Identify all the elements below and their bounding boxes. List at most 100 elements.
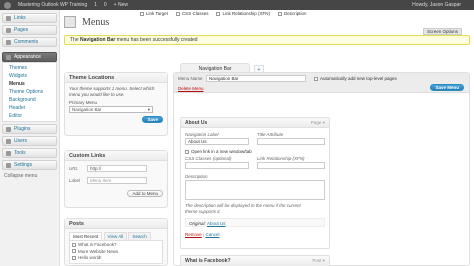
admin-bar: Mastering Outlook WP Training 1 0 + New …	[0, 0, 474, 10]
menu-item-what-is-facebook: What is Facebook? Post ▾	[180, 255, 330, 266]
label-label: Label	[69, 178, 81, 183]
menu-name-input[interactable]: Navigation Bar	[206, 75, 306, 82]
delete-menu-link[interactable]: Delete Menu	[178, 86, 204, 91]
plugins-icon	[6, 126, 11, 132]
submenu-editor[interactable]: Editor	[3, 112, 56, 120]
primary-menu-label: Primary Menu	[69, 100, 98, 105]
tab-view-all[interactable]: View All	[103, 232, 128, 240]
submenu-background[interactable]: Background	[3, 96, 56, 104]
chevron-down-icon: ▾	[322, 258, 325, 263]
submenu-menus[interactable]: Menus	[3, 80, 56, 88]
checkbox-icon	[72, 249, 76, 254]
sidebar-item-settings[interactable]: Settings	[2, 160, 57, 170]
screen-options-button[interactable]: Screen Options	[422, 28, 462, 35]
custom-link-label-input[interactable]: Menu Item	[87, 177, 147, 184]
xfn-input[interactable]	[257, 162, 325, 169]
add-to-menu-button[interactable]: Add to Menu	[127, 190, 163, 197]
sidebar-item-users[interactable]: Users	[2, 136, 57, 146]
save-locations-button[interactable]: Save	[142, 116, 163, 123]
theme-locations-title[interactable]: Theme Locations	[65, 73, 167, 83]
sidebar-item-links[interactable]: Links	[2, 13, 57, 23]
pages-icon	[6, 27, 11, 33]
users-icon	[6, 138, 11, 144]
menu-item-handle[interactable]: What is Facebook? Post ▾	[181, 256, 329, 266]
submenu-themes[interactable]: Themes	[3, 64, 56, 72]
checkbox-icon	[314, 76, 318, 81]
chevron-down-icon: ▾	[147, 106, 150, 112]
submenu-header[interactable]: Header	[3, 104, 56, 112]
custom-links-box: Custom Links URL http:// Label Menu Item…	[64, 150, 168, 208]
menu-item-about-us: About Us Page ▾ Navigation Label About U…	[180, 117, 330, 249]
custom-links-title[interactable]: Custom Links	[65, 151, 167, 161]
checkbox-icon	[72, 255, 76, 260]
cancel-link[interactable]: Cancel	[205, 232, 219, 237]
appearance-icon	[64, 16, 76, 28]
original-link[interactable]: About Us	[207, 221, 226, 226]
site-title-link[interactable]: Mastering Outlook WP Training	[18, 2, 87, 8]
wp-admin-screen: Mastering Outlook WP Training 1 0 + New …	[0, 0, 474, 266]
collapse-menu-link[interactable]: Collapse menu	[0, 172, 59, 180]
description-textarea[interactable]	[185, 180, 325, 200]
primary-menu-select[interactable]: Navigation Bar ▾	[69, 106, 153, 113]
save-menu-button[interactable]: Save Menu	[430, 84, 464, 91]
toggle-xfn[interactable]: Link Relationship (XFN)	[216, 11, 270, 16]
new-content-link[interactable]: + New	[114, 2, 128, 8]
menu-item-handle[interactable]: About Us Page ▾	[181, 118, 329, 128]
tab-search[interactable]: Search	[128, 232, 151, 240]
post-item[interactable]: Hello world!	[72, 255, 160, 262]
sidebar-item-appearance[interactable]: Appearance	[2, 52, 57, 62]
sidebar-item-plugins[interactable]: Plugins	[2, 124, 57, 134]
user-greeting[interactable]: Howdy, Jason Gaspar	[412, 2, 461, 8]
sidebar-item-comments[interactable]: Comments	[2, 37, 57, 47]
custom-link-url-input[interactable]: http://	[87, 165, 147, 172]
original-info: Original: About Us	[185, 218, 325, 227]
url-label: URL	[69, 166, 79, 171]
toggle-description[interactable]: Description	[277, 11, 307, 16]
appearance-icon	[6, 54, 11, 60]
theme-locations-description: Your theme supports 1 menu. Select which…	[69, 86, 155, 97]
checkbox-icon	[185, 149, 189, 154]
description-help: The description will be displayed in the…	[185, 203, 301, 214]
checkbox-icon	[175, 11, 180, 16]
page-title: Menus	[64, 16, 109, 28]
menu-name-label: Menu Name	[178, 76, 203, 81]
comments-icon	[6, 39, 11, 45]
navigation-label-input[interactable]: About Us	[185, 138, 249, 145]
checkbox-icon	[72, 242, 76, 247]
posts-box: Posts Most Recent View All Search What i…	[64, 218, 168, 266]
sidebar-item-pages[interactable]: Pages	[2, 25, 57, 35]
toggle-link-target[interactable]: Link Target	[140, 11, 168, 16]
appearance-submenu: Themes Widgets Menus Theme Options Backg…	[2, 62, 57, 122]
description-label: Description	[185, 174, 208, 179]
title-attribute-label: Title Attribute	[257, 132, 284, 137]
checkbox-icon	[277, 11, 282, 16]
tab-most-recent[interactable]: Most Recent	[69, 232, 103, 240]
comments-count[interactable]: 0	[104, 2, 107, 8]
title-attribute-input[interactable]	[257, 138, 325, 145]
links-icon	[6, 15, 11, 21]
submenu-theme-options[interactable]: Theme Options	[3, 88, 56, 96]
auto-add-pages-option[interactable]: Automatically add new top-level pages	[314, 76, 397, 81]
settings-icon	[6, 162, 11, 168]
css-classes-label: CSS Classes (optional)	[185, 156, 232, 161]
submenu-widgets[interactable]: Widgets	[3, 72, 56, 80]
success-notice: The Navigation Bar menu has been success…	[64, 35, 470, 45]
sidebar-item-tools[interactable]: Tools	[2, 148, 57, 158]
checkbox-icon	[140, 11, 144, 16]
admin-sidebar: Links Pages Comments Appearance Themes W…	[0, 10, 60, 266]
wordpress-logo-icon[interactable]	[4, 1, 11, 9]
xfn-label: Link Relationship (XFN)	[257, 156, 305, 161]
css-classes-input[interactable]	[185, 162, 249, 169]
chevron-down-icon: ▾	[322, 119, 325, 125]
theme-locations-box: Theme Locations Your theme supports 1 me…	[64, 72, 168, 136]
posts-title[interactable]: Posts	[65, 219, 167, 229]
checkbox-icon	[216, 11, 221, 16]
screen-options-toggles: Link Target CSS Classes Link Relationshi…	[140, 11, 307, 16]
open-new-window-option[interactable]: Open link in a new window/tab	[185, 149, 252, 154]
toggle-css-classes[interactable]: CSS Classes	[175, 11, 208, 16]
tools-icon	[6, 150, 11, 156]
menu-header: Menu Name Navigation Bar Automatically a…	[174, 73, 469, 93]
remove-link[interactable]: Remove	[185, 232, 202, 237]
updates-count[interactable]: 1	[94, 2, 97, 8]
navigation-label-label: Navigation Label	[185, 132, 219, 137]
